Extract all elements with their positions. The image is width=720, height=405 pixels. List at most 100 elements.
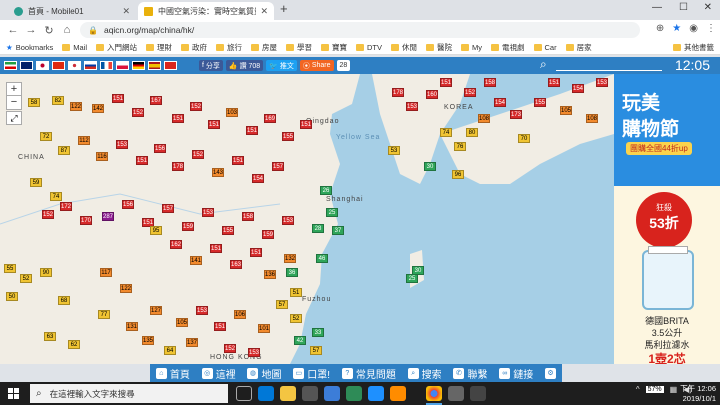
bookmark-item[interactable]: 醫院 (426, 42, 452, 53)
aqi-station-marker[interactable]: 153 (406, 102, 418, 111)
aqi-station-marker[interactable]: 151 (112, 94, 124, 103)
aqi-station-marker[interactable]: 152 (132, 108, 144, 117)
aqi-station-marker[interactable]: 28 (312, 224, 324, 233)
aqi-station-marker[interactable]: 80 (466, 128, 478, 137)
aqi-station-marker[interactable]: 178 (392, 88, 404, 97)
bookmark-item[interactable]: ★ Bookmarks (6, 43, 53, 52)
aqi-station-marker[interactable]: 154 (572, 84, 584, 93)
edge-icon[interactable] (258, 386, 274, 401)
forward-arrow-icon[interactable]: → (22, 24, 40, 36)
aqi-station-marker[interactable]: 152 (464, 88, 476, 97)
aqi-station-marker[interactable]: 37 (332, 226, 344, 235)
aqi-station-marker[interactable]: 178 (172, 162, 184, 171)
aqi-station-marker[interactable]: 127 (150, 306, 162, 315)
flag-france-icon[interactable] (100, 61, 113, 70)
fullscreen-icon[interactable]: ⤢ (6, 111, 22, 125)
aqi-station-marker[interactable]: 57 (276, 300, 288, 309)
nav-settings[interactable]: ⚙ (545, 367, 557, 379)
aqi-station-marker[interactable]: 155 (534, 98, 546, 107)
flag-iran-icon[interactable] (4, 61, 17, 70)
aqi-station-marker[interactable]: 151 (214, 322, 226, 331)
aqi-station-marker[interactable]: 90 (40, 268, 52, 277)
chrome-icon[interactable] (426, 386, 442, 405)
aqi-station-marker[interactable]: 157 (162, 204, 174, 213)
aqi-station-marker[interactable]: 131 (126, 322, 138, 331)
facebook-like-button[interactable]: 👍 讚 708 (225, 60, 264, 71)
aqi-station-marker[interactable]: 151 (246, 126, 258, 135)
aqi-station-marker[interactable]: 105 (560, 106, 572, 115)
site-search-input[interactable] (556, 70, 662, 71)
aqi-station-marker[interactable]: 74 (50, 192, 62, 201)
aqi-station-marker[interactable]: 55 (4, 264, 16, 273)
nav-here[interactable]: ◎ 這裡 (201, 366, 236, 381)
bookmark-item[interactable]: 其他書籤 (673, 42, 714, 53)
aqi-station-marker[interactable]: 141 (190, 256, 202, 265)
bookmark-item[interactable]: 居家 (565, 42, 592, 53)
bookmark-item[interactable]: My (461, 43, 482, 52)
bookmark-item[interactable]: 休閒 (391, 42, 417, 53)
aqi-station-marker[interactable]: 169 (264, 114, 276, 123)
app-icon[interactable] (368, 386, 384, 401)
bookmark-star-icon[interactable]: ★ (672, 23, 681, 34)
bookmark-item[interactable]: 入門網站 (96, 42, 137, 53)
aqi-station-marker[interactable]: 57 (310, 346, 322, 355)
aqi-station-marker[interactable]: 52 (290, 314, 302, 323)
file-explorer-icon[interactable] (280, 386, 296, 401)
bookmark-item[interactable]: 政府 (181, 42, 207, 53)
bookmark-item[interactable]: Car (533, 43, 557, 52)
aqi-station-marker[interactable]: 154 (494, 98, 506, 107)
tweet-button[interactable]: 🐦 推文 (266, 60, 297, 71)
aqi-station-marker[interactable]: 64 (164, 346, 176, 355)
aqi-station-marker[interactable]: 160 (426, 90, 438, 99)
back-arrow-icon[interactable]: ← (4, 24, 22, 36)
aqi-station-marker[interactable]: 30 (424, 162, 436, 171)
aqi-station-marker[interactable]: 77 (98, 310, 110, 319)
aqi-station-marker[interactable]: 33 (312, 328, 324, 337)
aqi-station-marker[interactable]: 156 (154, 144, 166, 153)
aqi-station-marker[interactable]: 122 (120, 284, 132, 293)
aqi-station-marker[interactable]: 152 (190, 102, 202, 111)
minimize-icon[interactable]: — (652, 2, 662, 13)
bookmark-item[interactable]: 電視劇 (491, 42, 525, 53)
taskbar-clock[interactable]: 下午 12:06 2019/10/1 (680, 384, 716, 404)
nav-home[interactable]: ⌂ 首頁 (155, 366, 190, 381)
app-icon[interactable] (448, 386, 464, 401)
aqi-station-marker[interactable]: 63 (44, 332, 56, 341)
aqi-station-marker[interactable]: 152 (192, 150, 204, 159)
aqi-station-marker[interactable]: 158 (242, 212, 254, 221)
network-icon[interactable]: ▦ (670, 385, 678, 394)
aqi-station-marker[interactable]: 173 (510, 110, 522, 119)
translate-icon[interactable]: ⊕ (656, 23, 664, 34)
aqi-station-marker[interactable]: 87 (58, 146, 70, 155)
app-icon[interactable] (390, 386, 406, 401)
aqi-station-marker[interactable]: 153 (116, 140, 128, 149)
nav-contact[interactable]: ✆ 聯繫 (453, 366, 487, 381)
flag-poland-icon[interactable] (116, 61, 129, 70)
tab-mobile01[interactable]: 首頁 - Mobile01 ✕ (8, 2, 136, 20)
bookmark-item[interactable]: 旅行 (216, 42, 242, 53)
aqi-station-marker[interactable]: 26 (320, 186, 332, 195)
aqi-station-marker[interactable]: 76 (454, 142, 466, 151)
aqi-station-marker[interactable]: 170 (80, 216, 92, 225)
mail-icon[interactable] (324, 386, 340, 401)
aqi-station-marker[interactable]: 143 (212, 168, 224, 177)
aqi-station-marker[interactable]: 58 (28, 98, 40, 107)
aqi-station-marker[interactable]: 82 (52, 96, 64, 105)
nav-search[interactable]: ⌕ 搜索 (407, 366, 442, 381)
windows-start-icon[interactable] (8, 388, 19, 399)
nav-map[interactable]: ◍ 地圖 (247, 366, 281, 381)
bookmark-item[interactable]: 學習 (286, 42, 312, 53)
bookmark-item[interactable]: 寶寶 (321, 42, 347, 53)
zoom-out-button[interactable]: − (7, 96, 21, 109)
aqi-station-marker[interactable]: 151 (232, 156, 244, 165)
aqi-station-marker[interactable]: 59 (30, 178, 42, 187)
aqi-station-marker[interactable]: 117 (100, 268, 112, 277)
flag-china-icon[interactable] (52, 61, 65, 70)
aqi-station-marker[interactable]: 156 (122, 200, 134, 209)
flag-uk-icon[interactable] (20, 61, 33, 70)
aqi-station-marker[interactable]: 152 (42, 210, 54, 219)
aqi-station-marker[interactable]: 51 (290, 288, 302, 297)
facebook-share-button[interactable]: f 分享 (199, 60, 223, 71)
aqi-station-marker[interactable]: 157 (272, 162, 284, 171)
aqi-station-marker[interactable]: 142 (92, 104, 104, 113)
